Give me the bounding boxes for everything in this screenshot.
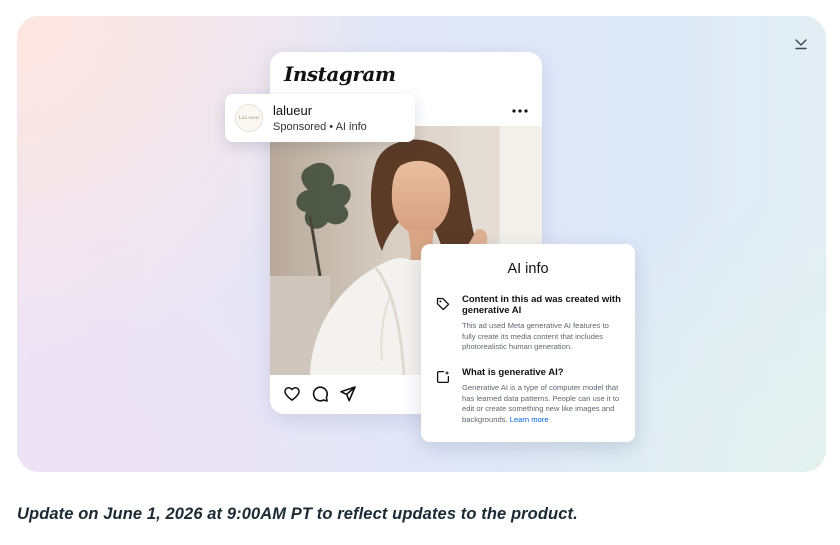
like-button[interactable] <box>284 386 300 402</box>
avatar: LaLueur <box>235 104 263 132</box>
chevron-down-icon <box>795 39 807 50</box>
ai-info-panel: AI info Content in this ad was created w… <box>421 244 635 442</box>
comment-icon <box>312 386 328 402</box>
heart-icon <box>284 386 300 401</box>
share-button[interactable] <box>340 386 356 402</box>
ai-section-2-heading: What is generative AI? <box>462 367 564 378</box>
post-actions <box>284 386 356 402</box>
instagram-logo: Instagram <box>284 62 396 86</box>
profile-subtitle: Sponsored • AI info <box>273 121 367 133</box>
tag-icon <box>436 297 450 311</box>
profile-name: lalueur <box>273 103 313 118</box>
sparkle-square-icon <box>436 370 450 384</box>
sponsor-profile-chip: LaLueur lalueur Sponsored • AI info <box>225 94 415 142</box>
learn-more-link[interactable]: Learn more <box>510 415 549 424</box>
ai-section-1-body: This ad used Meta generative AI features… <box>462 321 609 351</box>
hero-illustration: Instagram LaLueur lalueur Sponsored • AI… <box>17 16 826 472</box>
collapse-button[interactable] <box>792 34 810 52</box>
ai-info-title: AI info <box>507 261 549 277</box>
comment-button[interactable] <box>312 386 328 402</box>
update-note: Update on June 1, 2026 at 9:00AM PT to r… <box>17 505 578 523</box>
ai-section-2-body: Generative AI is a type of computer mode… <box>462 383 622 425</box>
more-horizontal-icon[interactable] <box>512 109 528 113</box>
ai-section-1-heading: Content in this ad was created with gene… <box>462 294 621 316</box>
share-icon <box>340 386 356 402</box>
